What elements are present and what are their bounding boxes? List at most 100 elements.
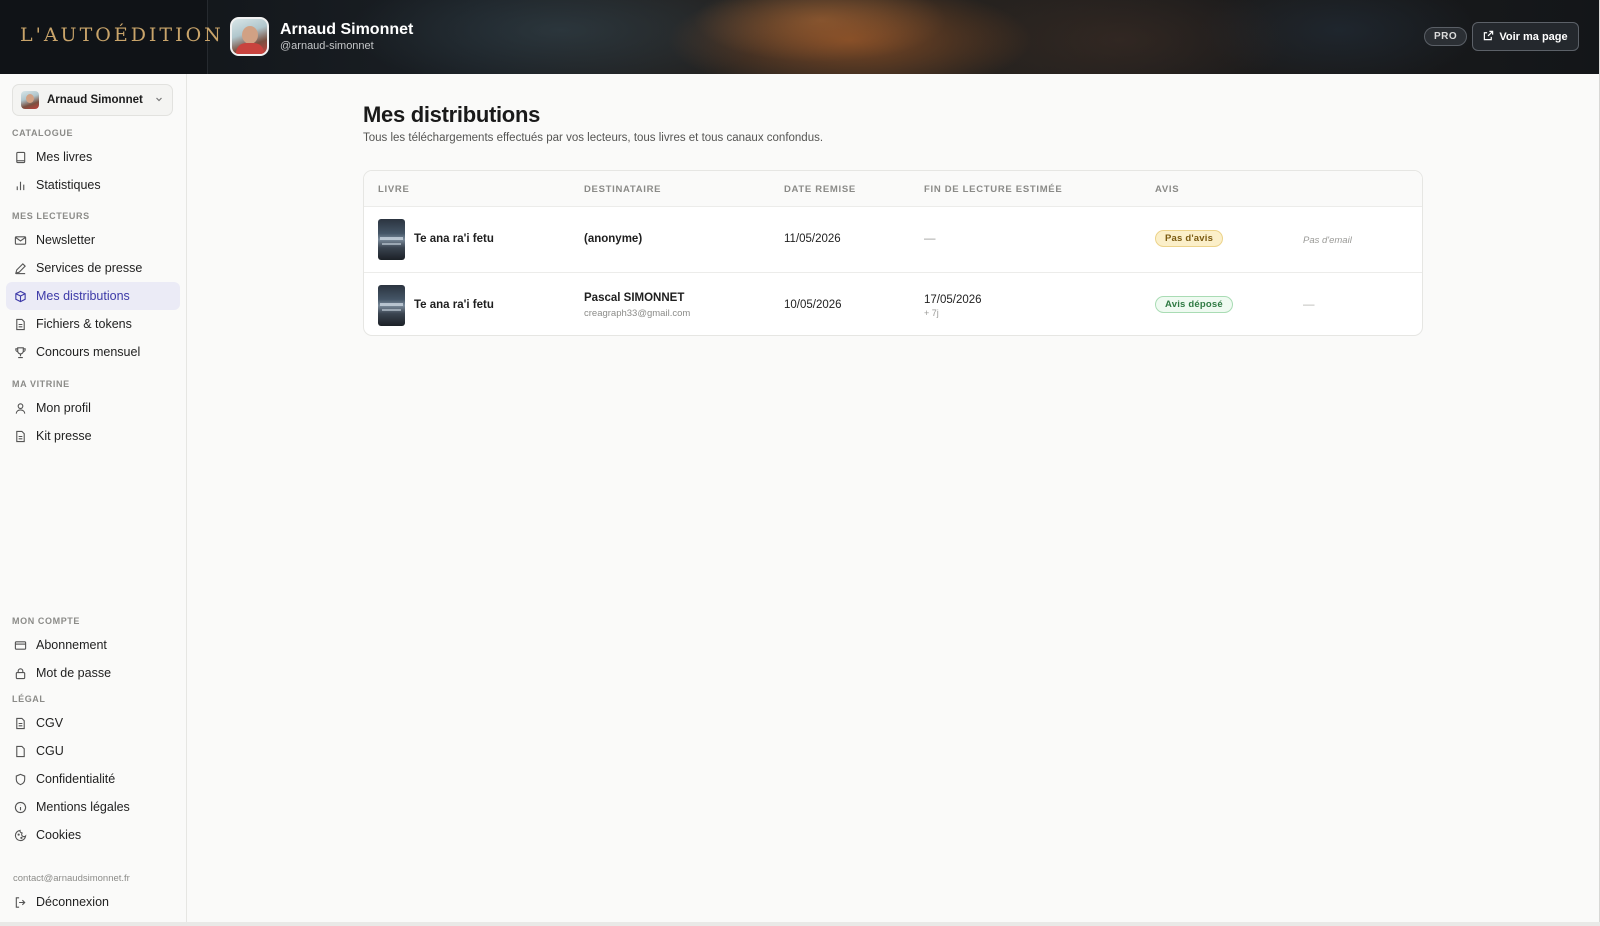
logout-icon	[14, 896, 27, 909]
shield-icon	[14, 773, 27, 786]
estimated-end-note: + 7j	[924, 308, 939, 318]
document-icon	[14, 717, 27, 730]
pen-icon	[14, 262, 27, 275]
sidebar-item-newsletter[interactable]: Newsletter	[6, 226, 180, 254]
column-header-destinataire: DESTINATAIRE	[584, 184, 662, 195]
sidebar: Arnaud Simonnet CATALOGUE Mes livres Sta…	[0, 74, 187, 922]
review-status-badge: Pas d'avis	[1155, 230, 1224, 247]
sidebar-item-label: CGU	[36, 744, 64, 758]
document-icon	[14, 430, 27, 443]
app-frame: L'AUTOÉDITION Arnaud Simonnet @arnaud-si…	[0, 0, 1600, 922]
recipient-email: creagraph33@gmail.com	[584, 308, 691, 319]
sidebar-item-label: Abonnement	[36, 638, 107, 652]
email-status: —	[1303, 299, 1315, 311]
profile-avatar	[230, 17, 269, 56]
sidebar-item-label: CGV	[36, 716, 64, 730]
delivery-date: 11/05/2026	[784, 233, 841, 245]
brand-area: L'AUTOÉDITION	[0, 0, 221, 74]
delivery-date: 10/05/2026	[784, 299, 842, 311]
account-switcher[interactable]: Arnaud Simonnet	[12, 84, 173, 116]
review-status-badge: Avis déposé	[1155, 296, 1233, 313]
table-header: LIVRE DESTINATAIRE DATE REMISE FIN DE LE…	[364, 171, 1422, 207]
sidebar-item-label: Confidentialité	[36, 772, 116, 786]
sidebar-item-label: Newsletter	[36, 233, 96, 247]
sidebar-item-cgv[interactable]: CGV	[6, 709, 180, 737]
plan-badge: PRO	[1424, 27, 1468, 46]
sidebar-item-label: Mentions légales	[36, 800, 130, 814]
sidebar-item-confidentialite[interactable]: Confidentialité	[6, 765, 180, 793]
sidebar-item-label: Déconnexion	[36, 895, 109, 909]
sidebar-item-statistiques[interactable]: Statistiques	[6, 171, 180, 199]
brand-logo[interactable]: L'AUTOÉDITION	[20, 24, 224, 46]
sidebar-item-mot-de-passe[interactable]: Mot de passe	[6, 659, 180, 687]
section-lecteurs: MES LECTEURS	[12, 211, 90, 221]
sidebar-item-label: Statistiques	[36, 178, 101, 192]
book-title: Te ana ra'i fetu	[414, 299, 494, 311]
account-avatar	[21, 91, 39, 109]
credit-card-icon	[14, 639, 27, 652]
sidebar-item-mes-livres[interactable]: Mes livres	[6, 143, 180, 171]
book-cover	[378, 219, 405, 260]
table-row[interactable]: Te ana ra'i fetu (anonyme) 11/05/2026 — …	[364, 207, 1422, 273]
book-icon	[14, 151, 27, 164]
sidebar-item-services-presse[interactable]: Services de presse	[6, 254, 180, 282]
sidebar-item-cookies[interactable]: Cookies	[6, 821, 180, 849]
sidebar-item-label: Mes livres	[36, 150, 93, 164]
page-subtitle: Tous les téléchargements effectués par v…	[363, 132, 824, 144]
book-cover	[378, 285, 405, 326]
chevron-down-icon	[154, 91, 164, 109]
sidebar-item-label: Cookies	[36, 828, 82, 842]
sidebar-item-label: Fichiers & tokens	[36, 317, 132, 331]
sidebar-item-mentions-legales[interactable]: Mentions légales	[6, 793, 180, 821]
sidebar-item-concours[interactable]: Concours mensuel	[6, 338, 180, 366]
file-icon	[14, 318, 27, 331]
cookie-icon	[14, 829, 27, 842]
info-icon	[14, 801, 27, 814]
bar-chart-icon	[14, 179, 27, 192]
profile-handle: @arnaud-simonnet	[280, 40, 374, 52]
sidebar-item-mes-distributions[interactable]: Mes distributions	[6, 282, 180, 310]
external-link-icon	[1483, 30, 1494, 44]
package-icon	[14, 290, 27, 303]
sidebar-item-label: Kit presse	[36, 429, 92, 443]
file-icon	[14, 745, 27, 758]
section-legal: LÉGAL	[12, 694, 46, 704]
table-row[interactable]: Te ana ra'i fetu Pascal SIMONNET creagra…	[364, 273, 1422, 335]
user-icon	[14, 402, 27, 415]
trophy-icon	[14, 346, 27, 359]
book-title: Te ana ra'i fetu	[414, 233, 494, 245]
mail-icon	[14, 234, 27, 247]
lock-icon	[14, 667, 27, 680]
recipient-name: Pascal SIMONNET	[584, 292, 685, 304]
column-header-avis: AVIS	[1155, 184, 1180, 195]
view-page-label: Voir ma page	[1499, 30, 1568, 43]
recipient-name: (anonyme)	[584, 233, 643, 245]
sidebar-item-kit-presse[interactable]: Kit presse	[6, 422, 180, 450]
contact-email[interactable]: contact@arnaudsimonnet.fr	[13, 873, 130, 884]
sidebar-item-label: Services de presse	[36, 261, 143, 275]
section-catalogue: CATALOGUE	[12, 128, 74, 138]
sidebar-item-mon-profil[interactable]: Mon profil	[6, 394, 180, 422]
section-vitrine: MA VITRINE	[12, 379, 70, 389]
sidebar-item-label: Concours mensuel	[36, 345, 141, 359]
email-status: Pas d'email	[1303, 235, 1352, 246]
column-header-livre: LIVRE	[378, 184, 410, 195]
view-page-button[interactable]: Voir ma page	[1472, 22, 1579, 51]
distributions-table: LIVRE DESTINATAIRE DATE REMISE FIN DE LE…	[363, 170, 1423, 336]
estimated-end: —	[924, 233, 936, 245]
estimated-end: 17/05/2026	[924, 294, 982, 306]
top-header: L'AUTOÉDITION Arnaud Simonnet @arnaud-si…	[0, 0, 1599, 74]
sidebar-item-abonnement[interactable]: Abonnement	[6, 631, 180, 659]
sidebar-item-label: Mon profil	[36, 401, 91, 415]
column-header-fin: FIN DE LECTURE ESTIMÉE	[924, 184, 1063, 195]
sidebar-item-fichiers-tokens[interactable]: Fichiers & tokens	[6, 310, 180, 338]
sidebar-item-label: Mes distributions	[36, 289, 130, 303]
sidebar-item-label: Mot de passe	[36, 666, 112, 680]
account-name: Arnaud Simonnet	[47, 94, 143, 106]
main-content: Mes distributions Tous les téléchargemen…	[187, 74, 1599, 922]
column-header-date: DATE REMISE	[784, 184, 856, 195]
logout-button[interactable]: Déconnexion	[6, 888, 180, 916]
sidebar-item-cgu[interactable]: CGU	[6, 737, 180, 765]
profile-name: Arnaud Simonnet	[280, 21, 414, 38]
page-title: Mes distributions	[363, 102, 541, 127]
